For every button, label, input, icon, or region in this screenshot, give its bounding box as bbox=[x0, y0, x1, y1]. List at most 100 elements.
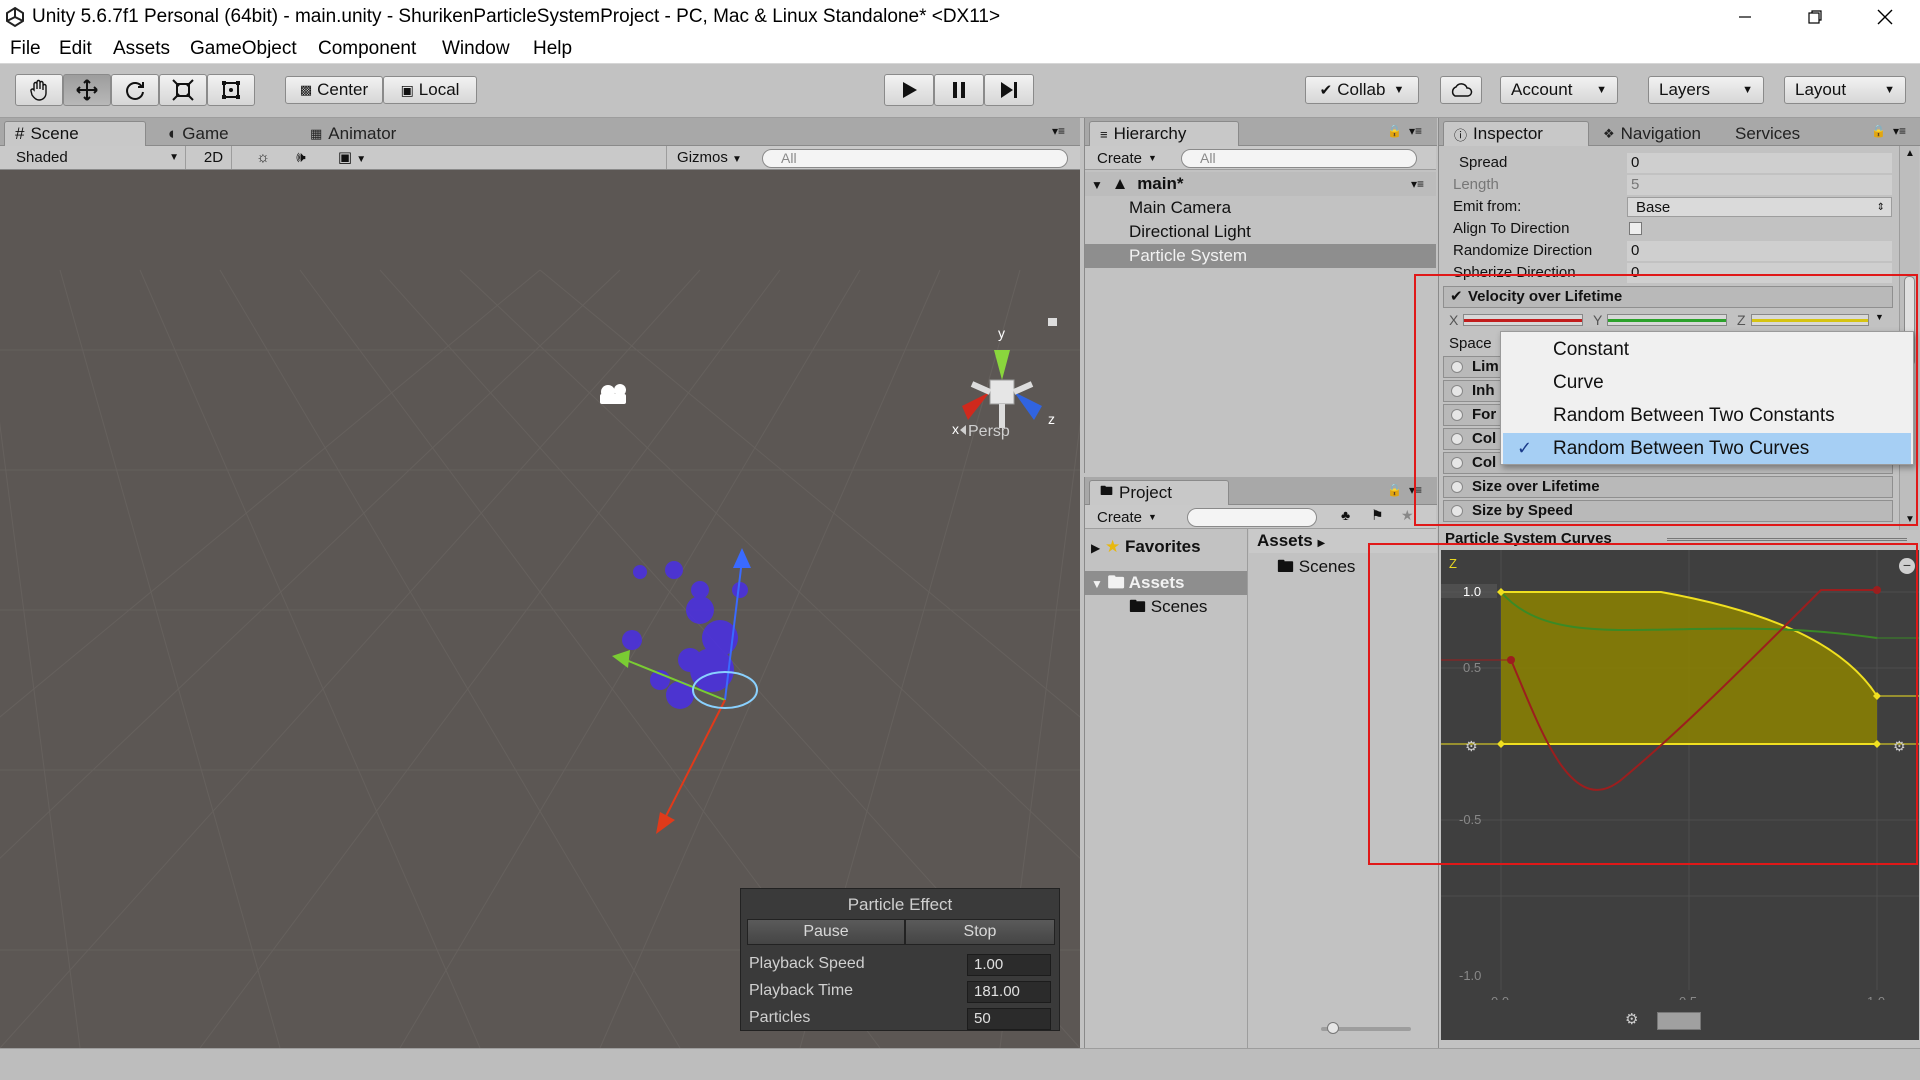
tab-inspector[interactable]: ⓘ Inspector bbox=[1443, 121, 1589, 146]
playback-time-field[interactable]: 181.00 bbox=[967, 981, 1051, 1003]
move-tool-button[interactable] bbox=[63, 74, 111, 106]
tab-services[interactable]: Services bbox=[1725, 121, 1810, 146]
module-toggle[interactable] bbox=[1451, 385, 1463, 397]
rect-tool-button[interactable] bbox=[207, 74, 255, 106]
step-button[interactable] bbox=[984, 74, 1034, 106]
gear-icon[interactable]: ⚙ bbox=[1625, 1010, 1638, 1028]
restore-button[interactable] bbox=[1780, 0, 1850, 34]
module-toggle[interactable] bbox=[1451, 409, 1463, 421]
label-tag-icon[interactable]: ⚑ bbox=[1371, 507, 1384, 524]
pivot-center-button[interactable]: ▩ Center bbox=[285, 76, 383, 104]
audio-icon[interactable]: 🕪 bbox=[286, 146, 316, 169]
scroll-down-icon[interactable]: ▼ bbox=[1905, 514, 1915, 525]
prop-emit-from-dropdown[interactable]: Base ⇕ bbox=[1627, 197, 1892, 217]
tab-project[interactable]: 🖿 Project bbox=[1089, 480, 1229, 505]
panel-menu-icon[interactable]: ▾≡ bbox=[1893, 124, 1906, 138]
playback-speed-field[interactable]: 1.00 bbox=[967, 954, 1051, 976]
zoom-slider-thumb[interactable] bbox=[1327, 1022, 1339, 1034]
hierarchy-item-particle-system[interactable]: Particle System bbox=[1085, 244, 1436, 268]
layout-dropdown[interactable]: Layout ▼ bbox=[1784, 76, 1906, 104]
project-folder-scenes[interactable]: 🖿 Scenes bbox=[1273, 555, 1433, 579]
prop-spherize-field[interactable]: 0 bbox=[1627, 263, 1892, 283]
menu-edit[interactable]: Edit bbox=[59, 38, 92, 60]
tab-navigation[interactable]: ❖ Navigation bbox=[1593, 121, 1711, 146]
menu-file[interactable]: File bbox=[10, 38, 41, 60]
curve-graph[interactable] bbox=[1441, 550, 1919, 1040]
lock-icon[interactable]: 🔒 bbox=[1387, 483, 1402, 497]
collab-dropdown[interactable]: ✔ Collab ▼ bbox=[1305, 76, 1419, 104]
module-toggle[interactable] bbox=[1451, 433, 1463, 445]
curve-editor[interactable]: Z 1.0 0.5 -0.5 -1.0 0.0 0.5 1.0 ⚙ ⚙ − bbox=[1441, 550, 1919, 1040]
particle-pause-button[interactable]: Pause bbox=[747, 919, 905, 945]
curve-mode-dropdown-icon[interactable]: ▼ bbox=[1875, 312, 1884, 322]
pause-button[interactable] bbox=[934, 74, 984, 106]
gizmos-dropdown[interactable]: Gizmos ▼ bbox=[666, 146, 752, 169]
project-create-dropdown[interactable]: Create ▼ bbox=[1091, 507, 1163, 527]
menu-window[interactable]: Window bbox=[442, 38, 510, 60]
lock-icon[interactable]: 🔒 bbox=[1871, 124, 1886, 138]
hand-tool-button[interactable] bbox=[15, 74, 63, 106]
hierarchy-create-dropdown[interactable]: Create ▼ bbox=[1091, 148, 1163, 168]
sun-icon[interactable]: ☼ bbox=[248, 146, 278, 169]
layers-dropdown[interactable]: Layers ▼ bbox=[1648, 76, 1764, 104]
menu-item-random-two-constants[interactable]: Random Between Two Constants bbox=[1503, 400, 1911, 431]
pivot-local-button[interactable]: ▣ Local bbox=[383, 76, 477, 104]
lock-icon[interactable]: 🔒 bbox=[1387, 124, 1402, 138]
tree-favorites[interactable]: ▶ ★ Favorites bbox=[1085, 535, 1247, 559]
module-toggle[interactable] bbox=[1451, 361, 1463, 373]
panel-menu-icon[interactable]: ▾≡ bbox=[1409, 124, 1422, 138]
menu-assets[interactable]: Assets bbox=[113, 38, 170, 60]
prop-spread-field[interactable]: 0 bbox=[1627, 153, 1892, 173]
close-button[interactable] bbox=[1850, 0, 1920, 34]
tab-hierarchy[interactable]: ≡ Hierarchy bbox=[1089, 121, 1239, 146]
tab-animator[interactable]: ▦ Animator bbox=[300, 121, 406, 146]
cloud-button[interactable] bbox=[1440, 76, 1482, 104]
module-size-by-speed[interactable]: Size by Speed bbox=[1443, 500, 1893, 522]
hierarchy-item-main-camera[interactable]: Main Camera bbox=[1085, 196, 1436, 220]
tab-scene[interactable]: # Scene bbox=[4, 121, 146, 146]
tree-scenes[interactable]: 🖿 Scenes bbox=[1085, 595, 1247, 619]
menu-item-random-two-curves[interactable]: ✓ Random Between Two Curves bbox=[1503, 433, 1911, 464]
scene-root-row[interactable]: ▼ ▲ main* ▾≡ bbox=[1085, 172, 1436, 196]
mode-2d-toggle[interactable]: 2D bbox=[196, 146, 232, 169]
filter-type-icon[interactable]: ♣ bbox=[1341, 507, 1350, 523]
tree-assets[interactable]: ▼ 🖿 Assets bbox=[1085, 571, 1247, 595]
prop-randomize-field[interactable]: 0 bbox=[1627, 241, 1892, 261]
y-curve-field[interactable] bbox=[1607, 314, 1727, 326]
menu-component[interactable]: Component bbox=[318, 38, 416, 60]
remove-curve-icon[interactable]: − bbox=[1899, 558, 1915, 574]
menu-help[interactable]: Help bbox=[533, 38, 572, 60]
scene-search-input[interactable]: All bbox=[762, 149, 1068, 168]
panel-menu-icon[interactable]: ▾≡ bbox=[1052, 124, 1065, 138]
project-search-input[interactable] bbox=[1187, 508, 1317, 527]
gear-icon[interactable]: ⚙ bbox=[1893, 738, 1906, 755]
module-toggle[interactable] bbox=[1451, 505, 1463, 517]
row-menu-icon[interactable]: ▾≡ bbox=[1411, 172, 1424, 196]
module-velocity-over-lifetime[interactable]: ✔ Velocity over Lifetime bbox=[1443, 286, 1893, 308]
menu-item-curve[interactable]: Curve bbox=[1503, 367, 1911, 398]
align-direction-checkbox[interactable] bbox=[1629, 222, 1642, 235]
hierarchy-search-input[interactable]: All bbox=[1181, 149, 1417, 168]
play-button[interactable] bbox=[884, 74, 934, 106]
menu-gameobject[interactable]: GameObject bbox=[190, 38, 297, 60]
scale-tool-button[interactable] bbox=[159, 74, 207, 106]
module-toggle[interactable] bbox=[1451, 457, 1463, 469]
panel-menu-icon[interactable]: ▾≡ bbox=[1409, 483, 1422, 497]
x-curve-field[interactable] bbox=[1463, 314, 1583, 326]
tab-game[interactable]: ◖ Game bbox=[156, 121, 239, 146]
star-icon[interactable]: ★ bbox=[1401, 507, 1414, 524]
minimize-button[interactable] bbox=[1710, 0, 1780, 34]
checkmark-icon[interactable]: ✔ bbox=[1450, 287, 1463, 307]
project-breadcrumb[interactable]: Assets ▶ bbox=[1249, 529, 1437, 553]
particle-stop-button[interactable]: Stop bbox=[905, 919, 1055, 945]
account-dropdown[interactable]: Account ▼ bbox=[1500, 76, 1618, 104]
z-curve-field[interactable] bbox=[1751, 314, 1869, 326]
hierarchy-item-directional-light[interactable]: Directional Light bbox=[1085, 220, 1436, 244]
menu-item-constant[interactable]: Constant bbox=[1503, 334, 1911, 365]
module-toggle[interactable] bbox=[1451, 481, 1463, 493]
orientation-gizmo[interactable]: y x z bbox=[952, 325, 1055, 437]
shading-dropdown[interactable]: Shaded ▼ bbox=[0, 146, 186, 169]
curve-preset-swatch[interactable] bbox=[1657, 1012, 1701, 1030]
gear-icon[interactable]: ⚙ bbox=[1465, 738, 1478, 755]
effects-dropdown[interactable]: ▣ ▼ bbox=[330, 146, 374, 169]
